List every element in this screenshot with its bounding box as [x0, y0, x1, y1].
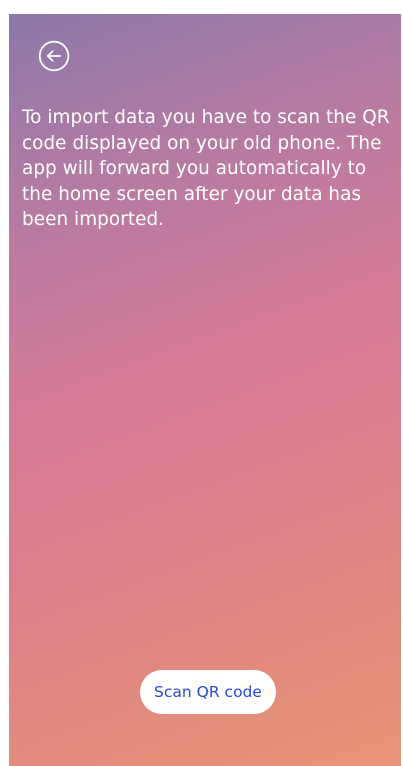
scan-qr-code-button[interactable]: Scan QR code [140, 670, 276, 714]
import-instructions: To import data you have to scan the QR c… [22, 107, 390, 230]
back-button[interactable] [37, 39, 71, 73]
import-data-screen: To import data you have to scan the QR c… [9, 14, 401, 766]
back-arrow-icon [37, 39, 71, 73]
